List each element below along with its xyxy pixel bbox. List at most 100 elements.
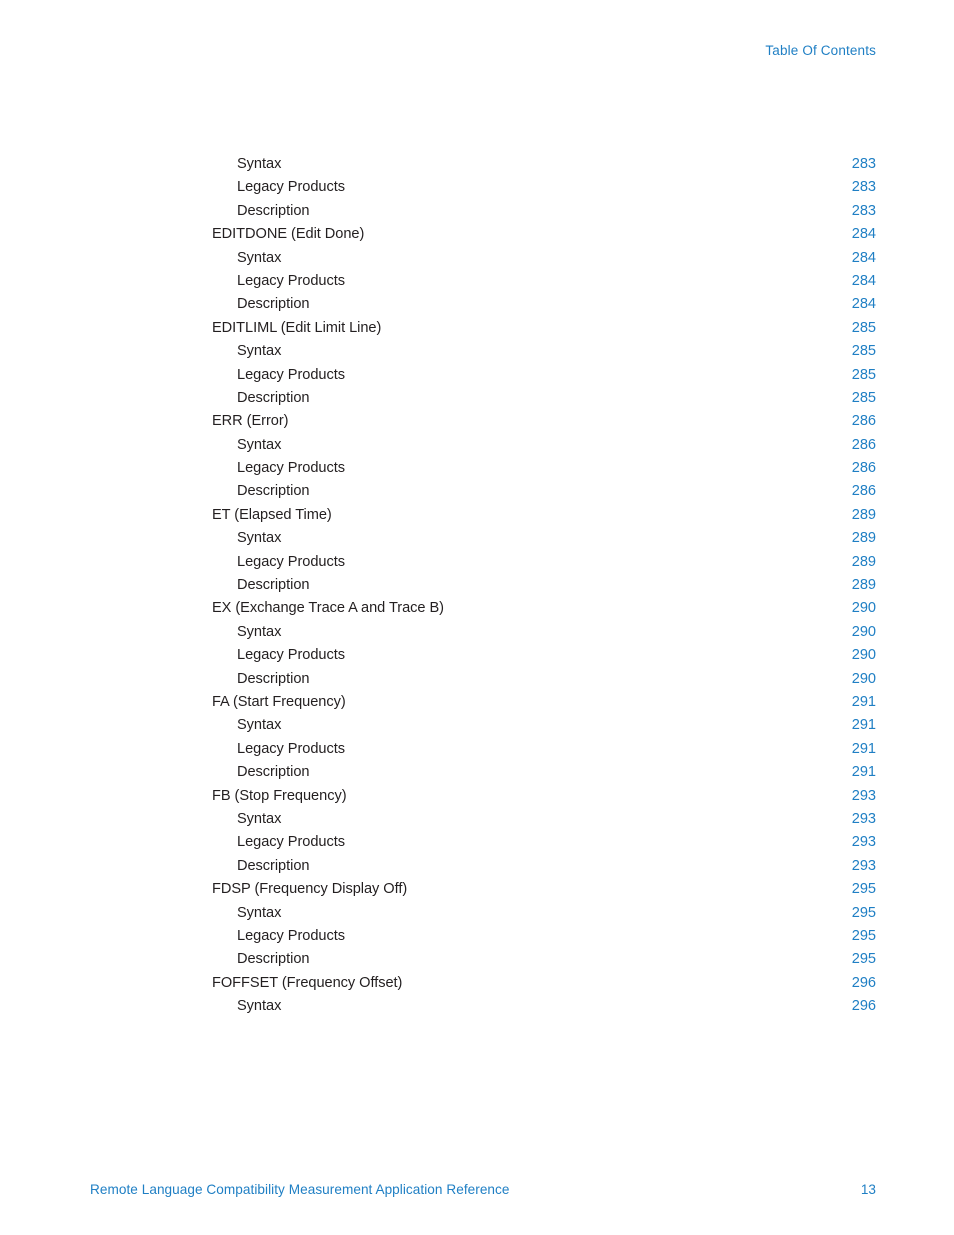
toc-entry-page-number: 290	[851, 647, 876, 664]
toc-entry[interactable]: EX (Exchange Trace A and Trace B) 290	[212, 597, 876, 620]
toc-entry[interactable]: Legacy Products 295	[212, 925, 876, 948]
toc-entry-label: Description	[237, 670, 310, 687]
toc-entry-label: Legacy Products	[237, 647, 345, 664]
toc-entry-label: Syntax	[237, 623, 282, 640]
toc-entry-page-number: 291	[851, 764, 876, 781]
toc-entry[interactable]: Legacy Products 289	[212, 551, 876, 574]
toc-entry-label: FDSP (Frequency Display Off)	[212, 881, 408, 898]
toc-entry-page-number: 285	[851, 343, 876, 360]
toc-entry-label: Syntax	[237, 717, 282, 734]
toc-entry-label: Legacy Products	[237, 834, 345, 851]
toc-entry-page-number: 283	[851, 156, 876, 172]
toc-entry-label: EDITDONE (Edit Done)	[212, 226, 365, 243]
toc-entry[interactable]: EDITLIML (Edit Limit Line) 285	[212, 317, 876, 340]
toc-entry[interactable]: Legacy Products 284	[212, 270, 876, 293]
toc-entry-page-number: 295	[851, 927, 876, 944]
toc-entry[interactable]: Syntax 293	[212, 808, 876, 831]
toc-entry-page-number: 284	[851, 249, 876, 266]
toc-entry[interactable]: Description 290	[212, 668, 876, 691]
toc-entry-page-number: 286	[851, 460, 876, 477]
toc-entry[interactable]: ET (Elapsed Time) 289	[212, 504, 876, 527]
document-page: Table Of Contents Syntax 283 Legacy Produc…	[0, 0, 954, 1235]
toc-entry-page-number: 291	[851, 740, 876, 757]
toc-entry[interactable]: Description 285	[212, 387, 876, 410]
toc-entry-label: EX (Exchange Trace A and Trace B)	[212, 600, 444, 617]
toc-entry-label: Syntax	[237, 998, 282, 1015]
toc-entry-page-number: 293	[851, 787, 876, 804]
toc-entry-page-number: 289	[851, 506, 876, 523]
toc-entry[interactable]: Description 291	[212, 761, 876, 784]
toc-entry-label: Syntax	[237, 249, 282, 266]
toc-entry-label: ET (Elapsed Time)	[212, 506, 332, 523]
toc-entry[interactable]: Legacy Products 290	[212, 644, 876, 667]
toc-entry-label: Syntax	[237, 156, 282, 172]
toc-entry-label: FB (Stop Frequency)	[212, 787, 347, 804]
toc-entry[interactable]: Legacy Products 285	[212, 364, 876, 387]
toc-entry-page-number: 295	[851, 951, 876, 968]
toc-entry-label: Description	[237, 296, 310, 313]
toc-entry-label: Description	[237, 483, 310, 500]
page-footer: Remote Language Compatibility Measuremen…	[90, 1182, 876, 1202]
toc-entry-page-number: 285	[851, 389, 876, 406]
running-header-table-of-contents: Table Of Contents	[765, 43, 876, 58]
toc-entry-label: Legacy Products	[237, 927, 345, 944]
toc-entry[interactable]: FB (Stop Frequency) 293	[212, 785, 876, 808]
toc-entry[interactable]: Description 284	[212, 293, 876, 316]
toc-entry[interactable]: Syntax 291	[212, 714, 876, 737]
toc-entry-label: Description	[237, 389, 310, 406]
toc-entry-page-number: 284	[851, 226, 876, 243]
toc-entry-label: Syntax	[237, 436, 282, 453]
toc-entry-label: Description	[237, 202, 310, 219]
toc-entry[interactable]: FOFFSET (Frequency Offset) 296	[212, 972, 876, 995]
toc-entry[interactable]: Legacy Products 293	[212, 831, 876, 854]
toc-entry-page-number: 291	[851, 693, 876, 710]
toc-entry-page-number: 283	[851, 202, 876, 219]
toc-entry[interactable]: Syntax 296	[212, 995, 876, 1018]
toc-entry[interactable]: Syntax 285	[212, 340, 876, 363]
toc-entry-page-number: 296	[851, 998, 876, 1015]
toc-entry[interactable]: Legacy Products 291	[212, 738, 876, 761]
toc-entry-label: Legacy Products	[237, 553, 345, 570]
toc-entry[interactable]: Description 283	[212, 200, 876, 223]
toc-entry[interactable]: Syntax 290	[212, 621, 876, 644]
toc-entry-page-number: 283	[851, 179, 876, 196]
toc-entry[interactable]: Description 295	[212, 948, 876, 971]
toc-entry[interactable]: Syntax 295	[212, 902, 876, 925]
toc-entry-label: Legacy Products	[237, 272, 345, 289]
toc-entry-page-number: 286	[851, 483, 876, 500]
toc-entry-page-number: 284	[851, 296, 876, 313]
toc-entry-page-number: 295	[851, 904, 876, 921]
toc-entry-page-number: 293	[851, 834, 876, 851]
toc-entry-page-number: 290	[851, 623, 876, 640]
toc-entry[interactable]: ERR (Error) 286	[212, 410, 876, 433]
toc-entry[interactable]: Syntax 284	[212, 247, 876, 270]
toc-entry-page-number: 286	[851, 436, 876, 453]
toc-entry[interactable]: FDSP (Frequency Display Off) 295	[212, 878, 876, 901]
toc-entry-page-number: 289	[851, 530, 876, 547]
toc-entry-page-number: 293	[851, 810, 876, 827]
toc-entry[interactable]: Syntax 286	[212, 434, 876, 457]
toc-entry[interactable]: Syntax 283	[212, 153, 876, 176]
toc-entry[interactable]: EDITDONE (Edit Done) 284	[212, 223, 876, 246]
toc-entry-page-number: 293	[851, 857, 876, 874]
toc-entry[interactable]: Syntax 289	[212, 527, 876, 550]
toc-entry[interactable]: Description 289	[212, 574, 876, 597]
toc-entry[interactable]: Description 293	[212, 855, 876, 878]
toc-entry-label: ERR (Error)	[212, 413, 289, 430]
toc-entry-label: Syntax	[237, 810, 282, 827]
toc-entry-page-number: 285	[851, 319, 876, 336]
toc-entry-page-number: 290	[851, 670, 876, 687]
toc-entry-label: Legacy Products	[237, 179, 345, 196]
toc-entry-label: FOFFSET (Frequency Offset)	[212, 974, 403, 991]
toc-entry[interactable]: Legacy Products 286	[212, 457, 876, 480]
footer-document-title: Remote Language Compatibility Measuremen…	[90, 1182, 510, 1197]
toc-entry-label: Syntax	[237, 343, 282, 360]
toc-entry-page-number: 296	[851, 974, 876, 991]
toc-entry[interactable]: FA (Start Frequency) 291	[212, 691, 876, 714]
toc-entry-label: EDITLIML (Edit Limit Line)	[212, 319, 382, 336]
footer-page-number: 13	[860, 1182, 876, 1197]
toc-entry[interactable]: Description 286	[212, 480, 876, 503]
toc-entry-label: Description	[237, 577, 310, 594]
toc-entry-label: Legacy Products	[237, 460, 345, 477]
toc-entry[interactable]: Legacy Products 283	[212, 176, 876, 199]
